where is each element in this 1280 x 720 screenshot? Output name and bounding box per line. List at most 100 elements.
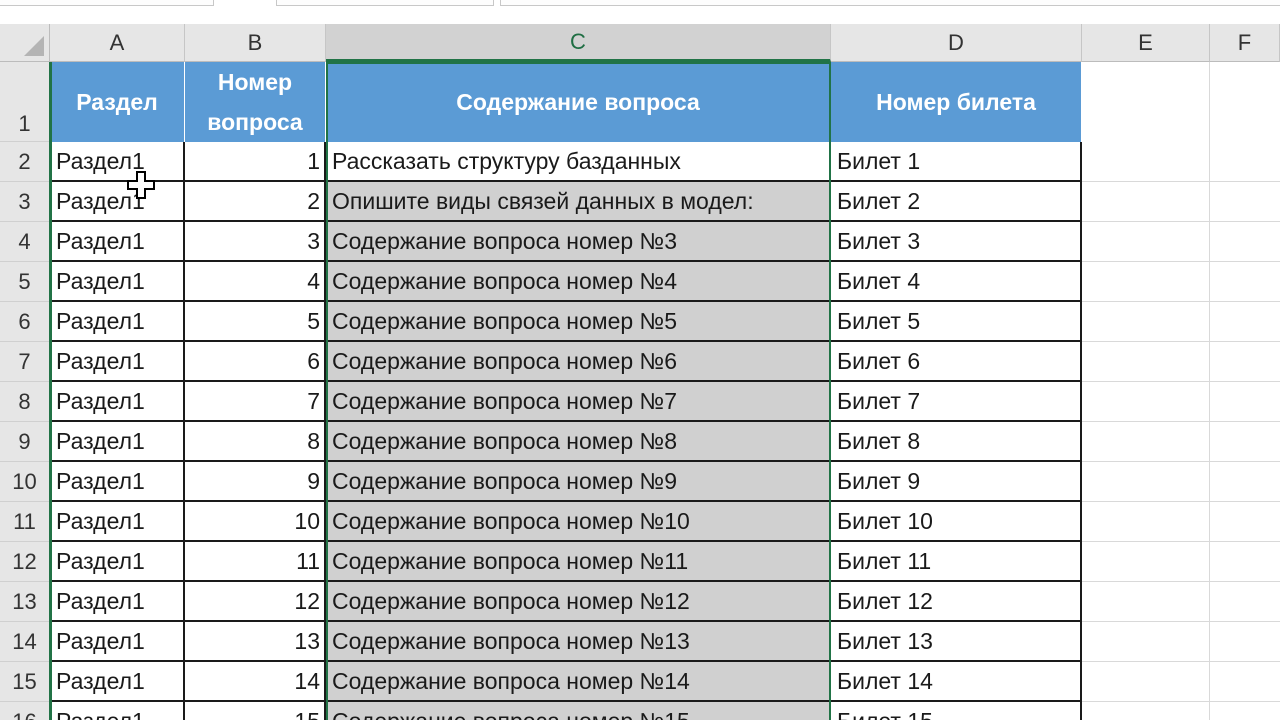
cell-soderzhanie[interactable]: Опишите виды связей данных в модел:: [326, 182, 831, 222]
header-razdel[interactable]: Раздел: [50, 62, 185, 142]
cell-nomer-bileta[interactable]: Билет 6: [831, 342, 1082, 382]
column-header-a[interactable]: A: [50, 24, 185, 62]
cell-soderzhanie[interactable]: Содержание вопроса номер №3: [326, 222, 831, 262]
cell-soderzhanie[interactable]: Содержание вопроса номер №9: [326, 462, 831, 502]
cell-nomer-voprosa[interactable]: 1: [185, 142, 326, 182]
formula-bar[interactable]: [500, 0, 1280, 6]
cell-razdel[interactable]: Раздел1: [50, 502, 185, 542]
row-header-5[interactable]: 5: [0, 262, 50, 302]
gridline: [1082, 501, 1280, 502]
cell-soderzhanie[interactable]: Содержание вопроса номер №4: [326, 262, 831, 302]
cell-nomer-bileta[interactable]: Билет 15: [831, 702, 1082, 720]
cell-nomer-bileta[interactable]: Билет 11: [831, 542, 1082, 582]
cell-soderzhanie[interactable]: Содержание вопроса номер №6: [326, 342, 831, 382]
cell-razdel[interactable]: Раздел1: [50, 182, 185, 222]
cell-nomer-voprosa[interactable]: 10: [185, 502, 326, 542]
name-box[interactable]: [0, 0, 214, 6]
gridline: [1082, 621, 1280, 622]
cell-nomer-bileta[interactable]: Билет 13: [831, 622, 1082, 662]
cell-nomer-voprosa[interactable]: 5: [185, 302, 326, 342]
cell-razdel[interactable]: Раздел1: [50, 542, 185, 582]
cell-razdel[interactable]: Раздел1: [50, 702, 185, 720]
gridline: [1082, 461, 1280, 462]
cell-soderzhanie[interactable]: Содержание вопроса номер №13: [326, 622, 831, 662]
cell-razdel[interactable]: Раздел1: [50, 222, 185, 262]
cell-soderzhanie[interactable]: Содержание вопроса номер №14: [326, 662, 831, 702]
cell-soderzhanie[interactable]: Содержание вопроса номер №15: [326, 702, 831, 720]
row-header-11[interactable]: 11: [0, 502, 50, 542]
header-nomer-bileta[interactable]: Номер билета: [831, 62, 1082, 142]
cell-razdel[interactable]: Раздел1: [50, 342, 185, 382]
cell-soderzhanie[interactable]: Содержание вопроса номер №7: [326, 382, 831, 422]
column-header-e[interactable]: E: [1082, 24, 1210, 62]
column-header-b[interactable]: B: [185, 24, 326, 62]
cell-nomer-voprosa[interactable]: 8: [185, 422, 326, 462]
row-header-7[interactable]: 7: [0, 342, 50, 382]
cell-razdel[interactable]: Раздел1: [50, 262, 185, 302]
cell-nomer-bileta[interactable]: Билет 12: [831, 582, 1082, 622]
cell-soderzhanie[interactable]: Рассказать структуру базданных: [326, 142, 831, 182]
column-header-f[interactable]: F: [1210, 24, 1280, 62]
cell-nomer-voprosa[interactable]: 9: [185, 462, 326, 502]
row-header-8[interactable]: 8: [0, 382, 50, 422]
select-all-corner[interactable]: [0, 24, 50, 62]
row-header-6[interactable]: 6: [0, 302, 50, 342]
cell-soderzhanie[interactable]: Содержание вопроса номер №5: [326, 302, 831, 342]
cell-nomer-voprosa[interactable]: 3: [185, 222, 326, 262]
row-header-4[interactable]: 4: [0, 222, 50, 262]
cell-soderzhanie[interactable]: Содержание вопроса номер №10: [326, 502, 831, 542]
column-a-border: [49, 62, 52, 720]
cell-nomer-voprosa[interactable]: 14: [185, 662, 326, 702]
cell-nomer-voprosa[interactable]: 7: [185, 382, 326, 422]
cell-nomer-voprosa[interactable]: 15: [185, 702, 326, 720]
cell-nomer-voprosa[interactable]: 11: [185, 542, 326, 582]
row-header-2[interactable]: 2: [0, 142, 50, 182]
row-header-14[interactable]: 14: [0, 622, 50, 662]
row-header-1[interactable]: 1: [0, 62, 50, 142]
cell-nomer-bileta[interactable]: Билет 8: [831, 422, 1082, 462]
spreadsheet-grid[interactable]: A B C D E F 1 Раздел Номер вопроса Содер…: [0, 24, 1280, 720]
cell-nomer-bileta[interactable]: Билет 1: [831, 142, 1082, 182]
cell-razdel[interactable]: Раздел1: [50, 382, 185, 422]
cell-nomer-bileta[interactable]: Билет 5: [831, 302, 1082, 342]
cell-nomer-bileta[interactable]: Билет 10: [831, 502, 1082, 542]
column-header-c[interactable]: C: [326, 24, 831, 62]
formula-controls[interactable]: [276, 0, 494, 6]
cell-razdel[interactable]: Раздел1: [50, 302, 185, 342]
header-nomer-voprosa-line2: вопроса: [207, 109, 303, 135]
row-header-9[interactable]: 9: [0, 422, 50, 462]
gridline: [1082, 581, 1280, 582]
cell-nomer-bileta[interactable]: Билет 4: [831, 262, 1082, 302]
cell-nomer-bileta[interactable]: Билет 2: [831, 182, 1082, 222]
cell-nomer-voprosa[interactable]: 2: [185, 182, 326, 222]
cell-nomer-voprosa[interactable]: 6: [185, 342, 326, 382]
cell-nomer-voprosa[interactable]: 12: [185, 582, 326, 622]
cell-nomer-voprosa[interactable]: 4: [185, 262, 326, 302]
cell-soderzhanie[interactable]: Содержание вопроса номер №8: [326, 422, 831, 462]
row-header-10[interactable]: 10: [0, 462, 50, 502]
cell-soderzhanie[interactable]: Содержание вопроса номер №11: [326, 542, 831, 582]
cell-nomer-bileta[interactable]: Билет 14: [831, 662, 1082, 702]
cell-nomer-bileta[interactable]: Билет 7: [831, 382, 1082, 422]
cell-razdel[interactable]: Раздел1: [50, 142, 185, 182]
row-header-12[interactable]: 12: [0, 542, 50, 582]
gridline: [1082, 421, 1280, 422]
row-header-16[interactable]: 16: [0, 702, 50, 720]
header-soderzhanie[interactable]: Содержание вопроса: [326, 62, 831, 142]
cell-soderzhanie[interactable]: Содержание вопроса номер №12: [326, 582, 831, 622]
row-header-15[interactable]: 15: [0, 662, 50, 702]
gridline: [1082, 261, 1280, 262]
cell-nomer-bileta[interactable]: Билет 9: [831, 462, 1082, 502]
cell-nomer-voprosa[interactable]: 13: [185, 622, 326, 662]
row-header-13[interactable]: 13: [0, 582, 50, 622]
header-nomer-voprosa-line1: Номер: [217, 69, 293, 95]
cell-razdel[interactable]: Раздел1: [50, 422, 185, 462]
header-nomer-voprosa[interactable]: Номер вопроса: [185, 62, 326, 142]
cell-nomer-bileta[interactable]: Билет 3: [831, 222, 1082, 262]
cell-razdel[interactable]: Раздел1: [50, 462, 185, 502]
column-header-d[interactable]: D: [831, 24, 1082, 62]
cell-razdel[interactable]: Раздел1: [50, 662, 185, 702]
cell-razdel[interactable]: Раздел1: [50, 622, 185, 662]
row-header-3[interactable]: 3: [0, 182, 50, 222]
cell-razdel[interactable]: Раздел1: [50, 582, 185, 622]
